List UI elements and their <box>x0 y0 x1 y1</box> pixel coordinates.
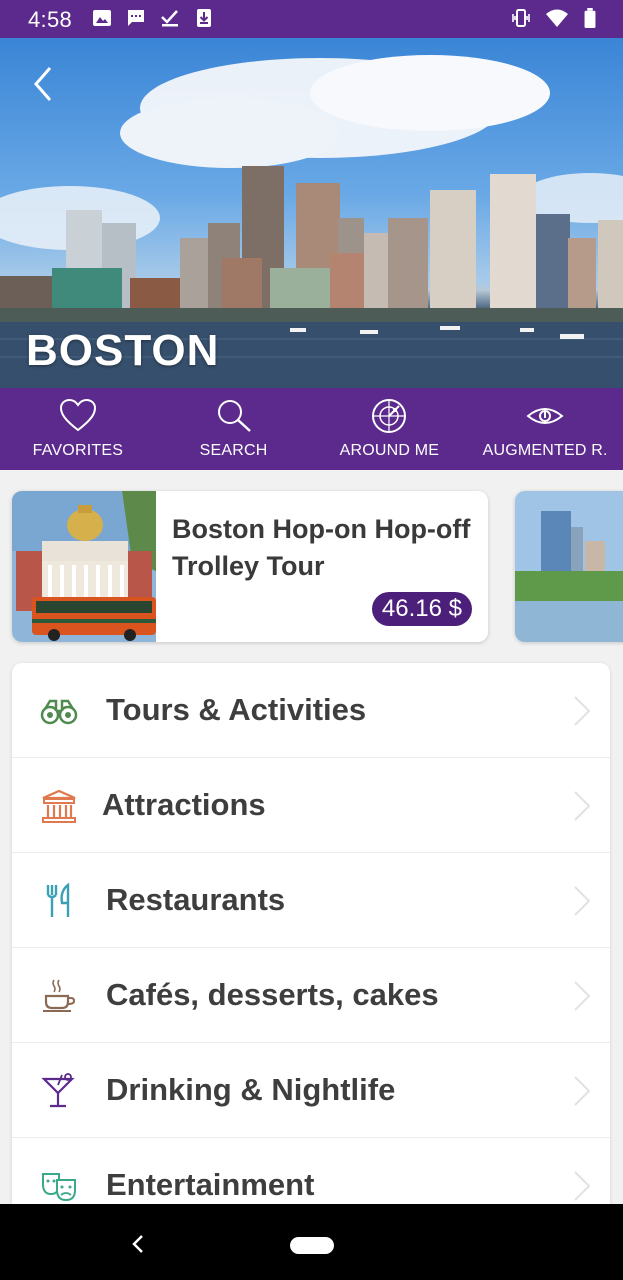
status-time: 4:58 <box>28 7 73 32</box>
chevron-right-icon <box>574 886 591 916</box>
tab-search[interactable]: SEARCH <box>156 388 312 470</box>
price-badge: 46.16 $ <box>371 592 472 626</box>
heart-icon <box>59 398 96 432</box>
category-drinking-label: Drinking & Nightlife <box>106 1072 396 1107</box>
category-list: Tours & Activities Attractions Restauran… <box>12 663 610 1223</box>
chevron-right-icon <box>574 1076 591 1106</box>
city-hero-image: BOSTON <box>0 38 623 388</box>
category-restaurants-label: Restaurants <box>106 882 286 917</box>
coffee-cup-icon <box>43 979 76 1012</box>
category-attractions-label: Attractions <box>102 787 266 822</box>
back-chevron-icon[interactable] <box>30 64 56 104</box>
city-name-title: BOSTON <box>26 326 220 375</box>
tab-favorites-label: FAVORITES <box>32 442 124 459</box>
system-back-icon[interactable] <box>130 1234 146 1254</box>
category-drinking-nightlife[interactable]: Drinking & Nightlife <box>12 1043 610 1138</box>
message-icon <box>128 10 144 26</box>
tab-around-me-label: AROUND ME <box>339 442 440 459</box>
battery-icon <box>584 8 596 28</box>
chevron-right-icon <box>574 696 591 726</box>
system-navigation-bar <box>0 1204 623 1280</box>
search-icon <box>217 400 251 432</box>
category-cafes[interactable]: Cafés, desserts, cakes <box>12 948 610 1043</box>
notification-icons <box>92 8 214 28</box>
tab-around-me[interactable]: AROUND ME <box>312 388 468 470</box>
category-cafes-label: Cafés, desserts, cakes <box>106 977 439 1012</box>
system-home-pill[interactable] <box>290 1237 334 1254</box>
wifi-icon <box>546 9 568 27</box>
chevron-right-icon <box>574 791 591 821</box>
trolley-tour-thumbnail <box>12 491 156 642</box>
system-icons <box>511 8 597 28</box>
theater-masks-icon <box>42 1173 76 1202</box>
category-entertainment-label: Entertainment <box>106 1167 315 1202</box>
tab-augmented-reality-label: AUGMENTED R. <box>482 442 608 459</box>
chevron-right-icon <box>574 981 591 1011</box>
museum-icon <box>42 789 76 823</box>
eye-icon <box>526 408 564 424</box>
promo-card-trolley-tour[interactable]: Boston Hop-on Hop-off Trolley Tour 46.16… <box>12 491 488 642</box>
next-promo-thumbnail <box>515 491 623 642</box>
chevron-right-icon <box>574 1171 591 1201</box>
tab-search-label: SEARCH <box>199 442 268 459</box>
category-tours-activities[interactable]: Tours & Activities <box>12 663 610 758</box>
tab-favorites[interactable]: FAVORITES <box>0 388 156 470</box>
radar-icon <box>372 399 407 433</box>
cocktail-icon <box>41 1073 75 1108</box>
promo-title: Boston Hop-on Hop-off Trolley Tour <box>172 514 471 581</box>
category-restaurants[interactable]: Restaurants <box>12 853 610 948</box>
fork-knife-icon <box>46 883 70 917</box>
top-nav-tabs: FAVORITES SEARCH AROUND ME AUGMENTED R. <box>0 388 623 470</box>
binoculars-icon <box>40 699 78 725</box>
promo-card-next[interactable] <box>515 491 623 642</box>
category-attractions[interactable]: Attractions <box>12 758 610 853</box>
vibrate-icon <box>512 9 530 27</box>
image-icon <box>93 10 111 26</box>
status-bar: 4:58 <box>0 0 623 38</box>
download-icon <box>197 9 211 27</box>
tab-augmented-reality[interactable]: AUGMENTED R. <box>467 388 623 470</box>
checkmark-download-icon <box>161 10 178 27</box>
category-tours-label: Tours & Activities <box>106 692 367 727</box>
